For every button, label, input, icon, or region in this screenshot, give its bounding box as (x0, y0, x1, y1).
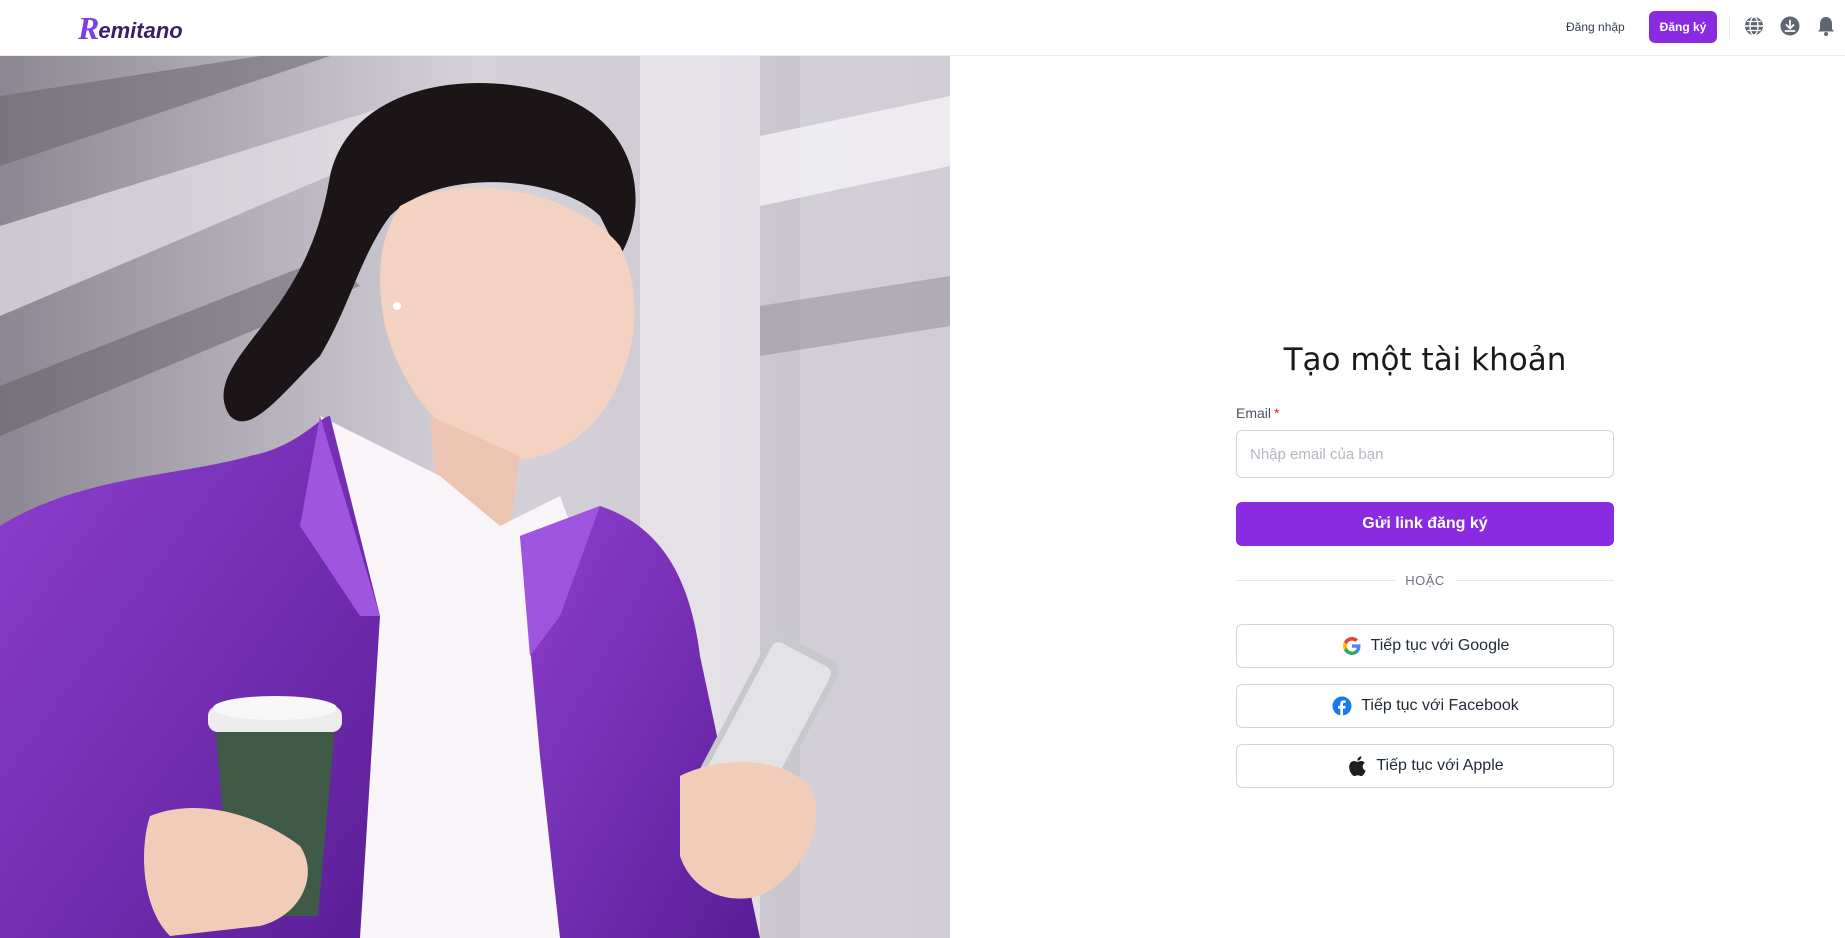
required-mark: * (1274, 405, 1280, 421)
email-label-text: Email (1236, 405, 1272, 421)
continue-google-button[interactable]: Tiếp tục với Google (1236, 624, 1614, 668)
send-signup-link-button[interactable]: Gửi link đăng ký (1236, 502, 1614, 546)
continue-apple-button[interactable]: Tiếp tục với Apple (1236, 744, 1614, 788)
download-icon[interactable] (1778, 14, 1802, 38)
email-input[interactable] (1236, 430, 1614, 478)
logo-wordmark: emitano (98, 18, 183, 43)
page-title: Tạo một tài khoản (1283, 342, 1567, 378)
divider-text: HOẶC (1405, 572, 1445, 588)
bell-icon[interactable] (1814, 14, 1838, 38)
divider-line-right (1454, 579, 1614, 581)
top-header: R emitano Đăng nhập Đăng ký (0, 0, 1845, 56)
divider-line-left (1236, 579, 1396, 581)
remitano-logo[interactable]: R emitano (78, 10, 183, 46)
continue-facebook-button[interactable]: Tiếp tục với Facebook (1236, 684, 1614, 728)
email-label: Email * (1236, 404, 1614, 422)
signup-form: Tạo một tài khoản Email* Gửi link đăng k… (1236, 330, 1614, 788)
logo-letter: R (78, 10, 100, 46)
globe-icon[interactable] (1742, 14, 1766, 38)
apple-icon (1346, 755, 1368, 777)
header-divider (1729, 16, 1730, 38)
login-link[interactable]: Đăng nhập (1566, 17, 1625, 37)
apple-button-label: Tiếp tục với Apple (1376, 757, 1504, 774)
google-button-label: Tiếp tục với Google (1370, 637, 1510, 654)
facebook-icon (1331, 695, 1353, 717)
hero-photo (0, 56, 950, 938)
signup-button[interactable]: Đăng ký (1649, 11, 1717, 43)
google-icon (1341, 635, 1363, 657)
or-divider: HOẶC (1236, 570, 1614, 590)
facebook-button-label: Tiếp tục với Facebook (1361, 697, 1519, 714)
